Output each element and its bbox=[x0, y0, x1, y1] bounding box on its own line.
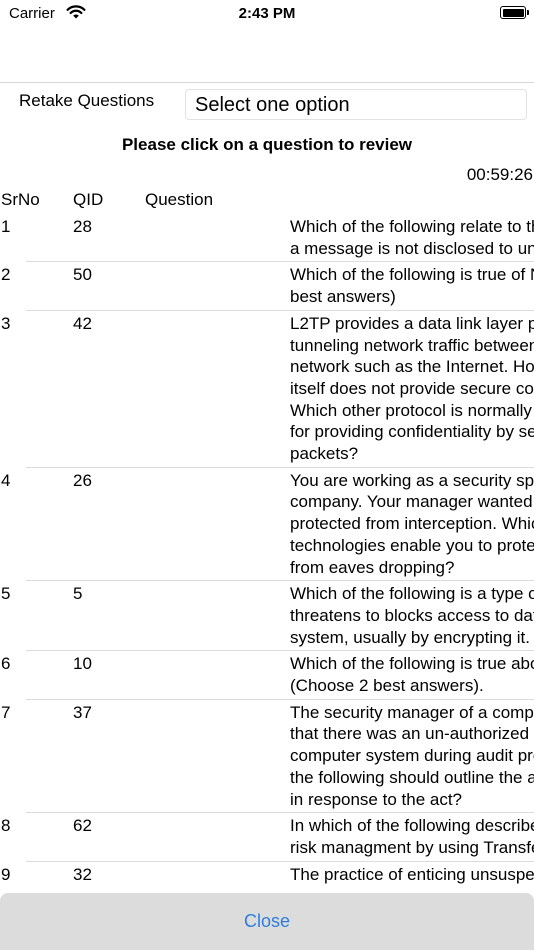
row-question: L2TP provides a data link layer protocol… bbox=[290, 313, 534, 464]
row-qid: 28 bbox=[73, 217, 92, 236]
table-row[interactable]: 2 50 Which of the following is true of N… bbox=[0, 262, 534, 309]
row-srno: 7 bbox=[1, 702, 11, 722]
table-row[interactable]: 5 5 Which of the following is a type of … bbox=[0, 581, 534, 650]
instruction-text: Please click on a question to review bbox=[121, 135, 413, 154]
row-srno: 2 bbox=[1, 265, 11, 285]
table-row[interactable]: 8 62 In which of the following describes… bbox=[0, 813, 534, 860]
row-srno: 5 bbox=[1, 584, 11, 604]
row-question: Which of the following is a type of malw… bbox=[290, 584, 534, 647]
status-time: 2:43 PM bbox=[238, 5, 296, 22]
retake-questions-label: Retake Questions bbox=[19, 91, 155, 110]
question-list[interactable]: 1 28 Which of the following relate to th… bbox=[0, 214, 534, 894]
retake-select[interactable]: Select one option bbox=[185, 89, 527, 120]
row-srno: 9 bbox=[1, 864, 11, 884]
row-srno: 3 bbox=[1, 313, 11, 333]
close-button[interactable]: Close bbox=[0, 893, 534, 950]
row-question: You are working as a security specialist… bbox=[290, 470, 534, 577]
row-qid: 32 bbox=[73, 864, 92, 884]
row-question: Which of the following is true about blo… bbox=[290, 654, 534, 696]
header-qid: QID bbox=[73, 190, 104, 209]
row-question: Which of the following relate to the ass… bbox=[290, 217, 534, 258]
table-row[interactable]: 4 26 You are working as a security speci… bbox=[0, 468, 534, 581]
row-question: Which of the following is true of NIPS? … bbox=[290, 265, 534, 307]
row-qid: 62 bbox=[73, 816, 92, 836]
table-row[interactable]: 1 28 Which of the following relate to th… bbox=[0, 214, 534, 261]
row-srno: 4 bbox=[1, 470, 11, 490]
row-qid: 10 bbox=[73, 654, 92, 674]
row-qid: 50 bbox=[73, 265, 92, 285]
bottom-bar: Close bbox=[0, 893, 534, 950]
row-question: The practice of enticing unsuspecting In… bbox=[290, 864, 534, 884]
row-srno: 1 bbox=[1, 217, 11, 236]
battery-icon bbox=[500, 6, 529, 19]
row-question: In which of the following describes cybe… bbox=[290, 816, 534, 857]
row-qid: 5 bbox=[73, 584, 83, 604]
row-qid: 37 bbox=[73, 702, 92, 722]
status-bar: Carrier 2:43 PM bbox=[0, 0, 534, 28]
table-row[interactable]: 3 42 L2TP provides a data link layer pro… bbox=[0, 311, 534, 467]
header-question: Question bbox=[145, 190, 214, 209]
top-divider bbox=[0, 82, 534, 83]
row-question: The security manager of a company discov… bbox=[290, 702, 534, 809]
row-qid: 42 bbox=[73, 313, 92, 333]
table-row[interactable]: 9 32 The practice of enticing unsuspecti… bbox=[0, 862, 534, 888]
row-qid: 26 bbox=[73, 470, 92, 490]
row-srno: 8 bbox=[1, 816, 11, 836]
header-srno: SrNo bbox=[1, 190, 40, 209]
table-row[interactable]: 6 10 Which of the following is true abou… bbox=[0, 651, 534, 698]
countdown-timer: 00:59:26 bbox=[466, 165, 533, 184]
table-row[interactable]: 7 37 The security manager of a company d… bbox=[0, 700, 534, 813]
row-srno: 6 bbox=[1, 654, 11, 674]
